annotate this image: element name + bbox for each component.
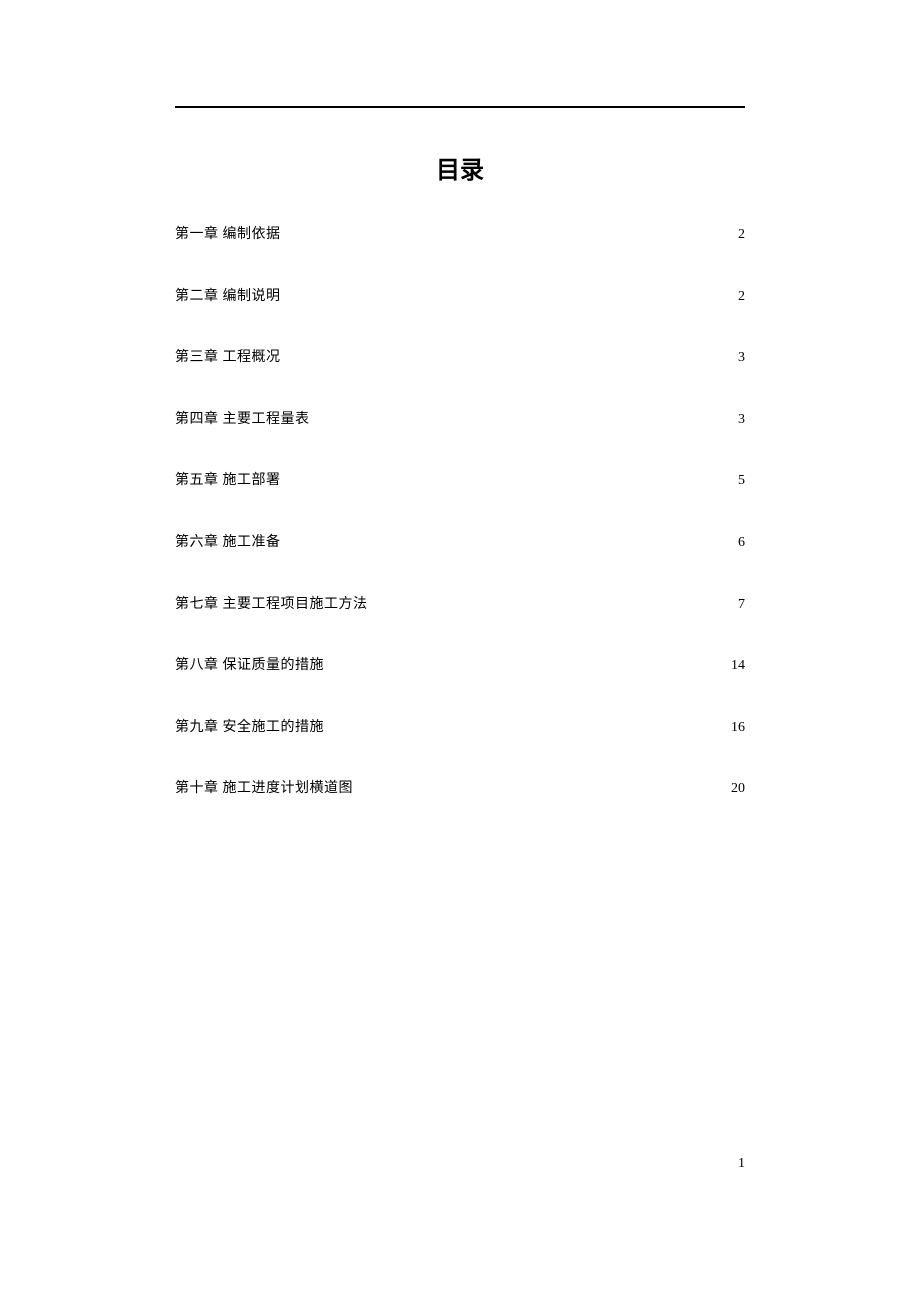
toc-entry-label: 第十章 施工进度计划横道图 [175,779,353,799]
page-number: 1 [738,1156,745,1172]
toc-entry: 第六章 施工准备 6 [175,533,745,553]
toc-entry-page: 3 [738,348,745,368]
toc-entry-page: 2 [738,225,745,245]
toc-entry-label: 第二章 编制说明 [175,287,281,307]
toc-entry-label: 第五章 施工部署 [175,471,281,491]
toc-entry-label: 第九章 安全施工的措施 [175,718,324,738]
toc-entry: 第四章 主要工程量表 3 [175,410,745,430]
header-rule [175,106,745,108]
toc-entry-page: 14 [731,656,745,676]
toc-entry-page: 7 [738,595,745,615]
toc-entry: 第十章 施工进度计划横道图 20 [175,779,745,799]
toc-entry-page: 20 [731,779,745,799]
toc-entry: 第七章 主要工程项目施工方法 7 [175,595,745,615]
toc-entry-label: 第三章 工程概况 [175,348,281,368]
toc-entry-page: 2 [738,287,745,307]
toc-entry-page: 6 [738,533,745,553]
toc-title: 目录 [175,150,745,185]
toc-entry-label: 第六章 施工准备 [175,533,281,553]
toc-entry: 第三章 工程概况 3 [175,348,745,368]
toc-entry-page: 3 [738,410,745,430]
document-page: 目录 第一章 编制依据 2 第二章 编制说明 2 第三章 工程概况 3 第四章 … [0,0,920,1302]
toc-entry-label: 第七章 主要工程项目施工方法 [175,595,368,615]
toc-entry: 第九章 安全施工的措施 16 [175,718,745,738]
toc-entry-label: 第一章 编制依据 [175,225,281,245]
toc-entry-page: 5 [738,471,745,491]
toc-entry: 第一章 编制依据 2 [175,225,745,245]
toc-entry-label: 第八章 保证质量的措施 [175,656,324,676]
toc-entry-label: 第四章 主要工程量表 [175,410,310,430]
toc-entry: 第二章 编制说明 2 [175,287,745,307]
toc-entry: 第五章 施工部署 5 [175,471,745,491]
toc-list: 第一章 编制依据 2 第二章 编制说明 2 第三章 工程概况 3 第四章 主要工… [175,225,745,799]
toc-entry: 第八章 保证质量的措施 14 [175,656,745,676]
toc-entry-page: 16 [731,718,745,738]
